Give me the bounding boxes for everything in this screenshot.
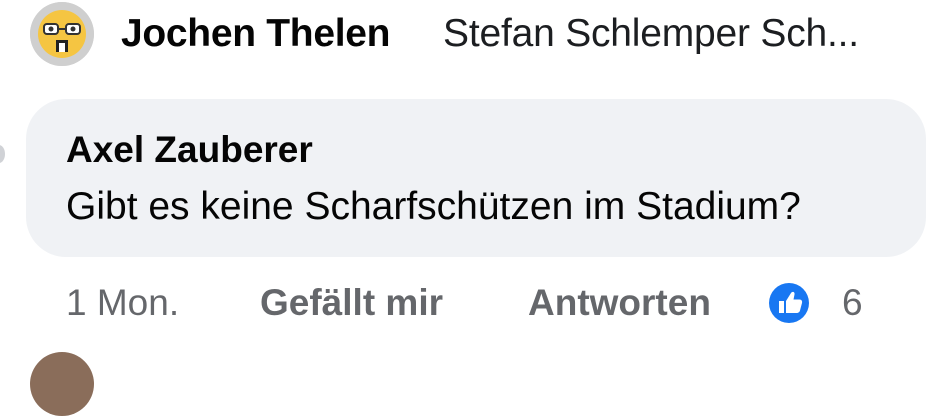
post-header: Jochen Thelen Stefan Schlemper Sch... bbox=[30, 0, 949, 74]
avatar[interactable] bbox=[30, 2, 94, 66]
next-comment-avatar[interactable] bbox=[30, 352, 94, 416]
nerd-face-avatar-icon bbox=[30, 2, 94, 66]
comment-author-name[interactable]: Axel Zauberer bbox=[66, 129, 313, 171]
like-button[interactable]: Gefällt mir bbox=[260, 282, 443, 324]
comment-text: Gibt es keine Scharfschützen im Stadium? bbox=[66, 185, 801, 228]
comment-timestamp[interactable]: 1 Mon. bbox=[66, 282, 179, 324]
reply-button[interactable]: Antworten bbox=[528, 282, 711, 324]
comment-bubble[interactable]: Axel Zauberer Gibt es keine Scharfschütz… bbox=[26, 99, 926, 257]
thread-line-dot bbox=[0, 145, 5, 163]
reply-preview-text[interactable]: Stefan Schlemper Sch... bbox=[443, 12, 859, 56]
reaction-count[interactable]: 6 bbox=[842, 282, 863, 324]
comment-actions: 1 Mon. Gefällt mir Antworten 6 bbox=[66, 280, 926, 328]
thumbs-up-icon[interactable] bbox=[768, 282, 810, 324]
post-author-name[interactable]: Jochen Thelen bbox=[121, 12, 390, 56]
